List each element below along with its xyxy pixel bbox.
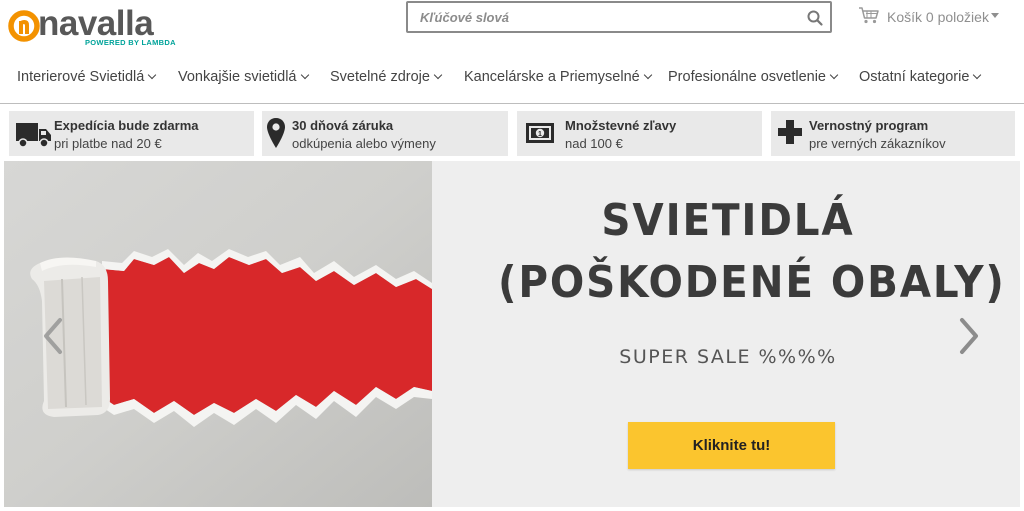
search-icon[interactable] bbox=[806, 9, 824, 27]
nav-item-light-sources[interactable]: Svetelné zdroje bbox=[330, 69, 443, 85]
map-pin-icon bbox=[267, 118, 285, 148]
nav-item-label: Ostatní kategorie bbox=[859, 69, 970, 85]
main-nav: Interierové Svietidlá Vonkajšie svietidl… bbox=[0, 60, 1024, 104]
logo[interactable]: navalla POWERED BY LAMBDA bbox=[8, 4, 183, 49]
search-box bbox=[406, 1, 832, 33]
benefit-bulk-discount: 1 Množstevné zľavy nad 100 € bbox=[517, 111, 762, 156]
hero-title-line1: SVIETIDLÁ bbox=[601, 195, 855, 246]
nav-item-label: Kancelárske a Priemyselné bbox=[464, 69, 640, 85]
chevron-down-icon bbox=[973, 70, 982, 80]
slider-prev-icon[interactable] bbox=[42, 316, 64, 356]
benefit-title: Expedícia bude zdarma bbox=[54, 118, 199, 133]
benefit-title: Množstevné zľavy bbox=[565, 118, 677, 133]
slider-next-icon[interactable] bbox=[958, 316, 980, 356]
search-input[interactable] bbox=[408, 3, 793, 31]
caret-down-icon bbox=[991, 13, 999, 18]
hero-image bbox=[4, 161, 432, 507]
chevron-down-icon bbox=[148, 70, 157, 80]
nav-item-label: Svetelné zdroje bbox=[330, 69, 430, 85]
benefit-subtitle: nad 100 € bbox=[565, 136, 623, 151]
hero-cta-button[interactable]: Kliknite tu! bbox=[628, 422, 835, 469]
benefit-loyalty-program: Vernostný program pre verných zákazníkov bbox=[771, 111, 1015, 156]
hero-subtitle: SUPER SALE %%%% bbox=[619, 346, 837, 368]
nav-item-label: Vonkajšie svietidlá bbox=[178, 69, 297, 85]
hero-title-line2: (POŠKODENÉ OBALY) bbox=[498, 257, 1006, 308]
cart-button[interactable]: Košík 0 položiek bbox=[858, 6, 1008, 28]
nav-item-office-industrial[interactable]: Kancelárske a Priemyselné bbox=[464, 69, 652, 85]
benefit-subtitle: pre verných zákazníkov bbox=[809, 136, 946, 151]
benefits-bar: Expedícia bude zdarma pri platbe nad 20 … bbox=[0, 111, 1024, 157]
truck-icon bbox=[16, 123, 51, 148]
chevron-down-icon bbox=[300, 70, 309, 80]
banknote-icon: 1 bbox=[526, 123, 554, 143]
plus-icon bbox=[778, 120, 802, 144]
nav-item-outdoor-lights[interactable]: Vonkajšie svietidlá bbox=[178, 69, 309, 85]
benefit-subtitle: pri platbe nad 20 € bbox=[54, 136, 162, 151]
svg-text:1: 1 bbox=[538, 131, 542, 138]
nav-item-professional-lighting[interactable]: Profesionálne osvetlenie bbox=[668, 69, 839, 85]
chevron-down-icon bbox=[643, 70, 652, 80]
chevron-down-icon bbox=[433, 70, 443, 80]
nav-item-other-categories[interactable]: Ostatní kategorie bbox=[859, 69, 982, 85]
chevron-down-icon bbox=[829, 70, 839, 80]
header: navalla POWERED BY LAMBDA Košík 0 položi… bbox=[0, 0, 1024, 60]
benefit-return-guarantee: 30 dňová záruka odkúpenia alebo výmeny bbox=[262, 111, 508, 156]
nav-item-label: Interierové Svietidlá bbox=[17, 69, 145, 85]
logo-tagline: POWERED BY LAMBDA bbox=[85, 38, 176, 47]
cart-label: Košík 0 položiek bbox=[887, 9, 989, 25]
shopping-cart-icon bbox=[859, 7, 879, 24]
benefit-title: 30 dňová záruka bbox=[292, 118, 394, 133]
benefit-subtitle: odkúpenia alebo výmeny bbox=[292, 136, 436, 151]
benefit-title: Vernostný program bbox=[809, 118, 929, 133]
hero-slider: SVIETIDLÁ (POŠKODENÉ OBALY) SUPER SALE %… bbox=[4, 161, 1020, 507]
nav-item-interior-lights[interactable]: Interierové Svietidlá bbox=[17, 69, 157, 85]
logo-mark-icon bbox=[8, 10, 40, 42]
nav-item-label: Profesionálne osvetlenie bbox=[668, 69, 826, 85]
hero-content: SVIETIDLÁ (POŠKODENÉ OBALY) SUPER SALE %… bbox=[432, 161, 1020, 507]
benefit-free-shipping: Expedícia bude zdarma pri platbe nad 20 … bbox=[9, 111, 254, 156]
